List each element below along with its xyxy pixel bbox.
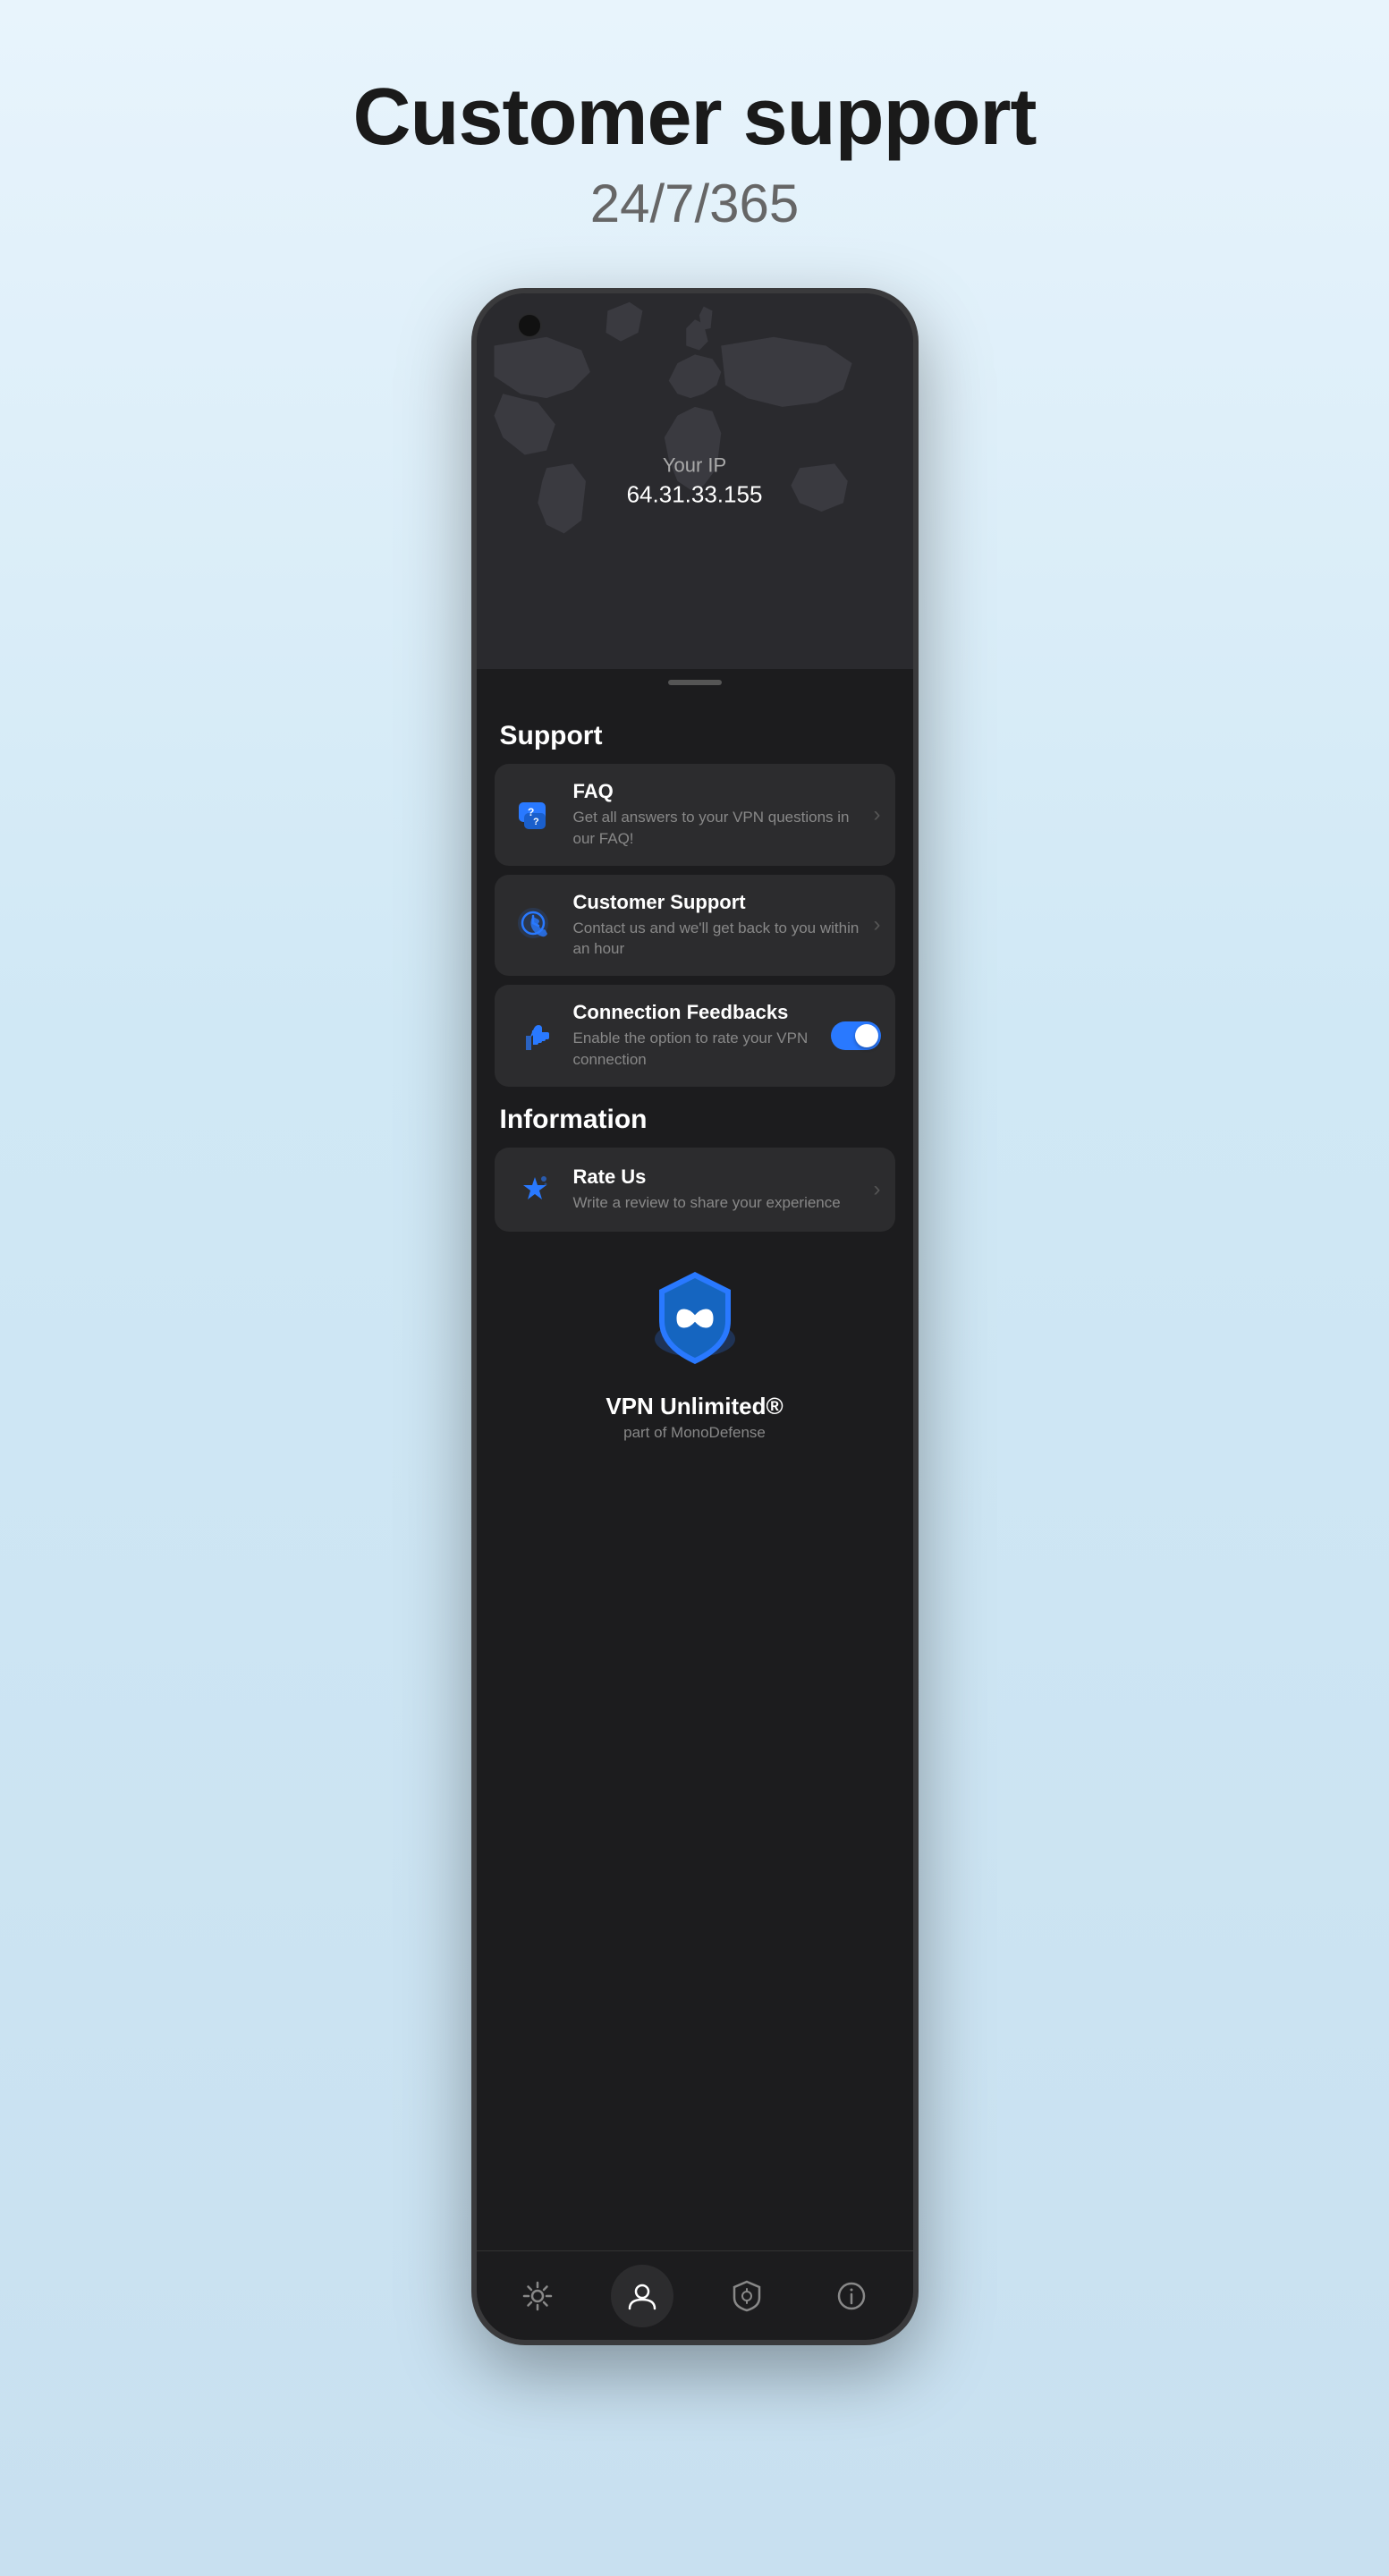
ip-address: 64.31.33.155 <box>627 481 763 509</box>
nav-vpn-button[interactable] <box>716 2265 778 2327</box>
phone-screen: Your IP 64.31.33.155 Support ? ? <box>477 293 913 2340</box>
rate-us-chevron: › <box>874 1177 881 1202</box>
vpn-shield-logo <box>495 1267 895 1375</box>
faq-desc: Get all answers to your VPN questions in… <box>573 807 867 850</box>
your-ip-label: Your IP <box>627 454 763 478</box>
customer-support-menu-text: Customer Support Contact us and we'll ge… <box>573 891 867 961</box>
bottom-nav <box>477 2250 913 2340</box>
rate-us-menu-text: Rate Us Write a review to share your exp… <box>573 1165 867 1214</box>
power-button <box>913 517 919 589</box>
nav-account-button[interactable] <box>611 2265 673 2327</box>
customer-support-chevron: › <box>874 912 881 937</box>
customer-support-desc: Contact us and we'll get back to you wit… <box>573 918 867 961</box>
phone-frame: Your IP 64.31.33.155 Support ? ? <box>471 288 919 2345</box>
customer-support-menu-item[interactable]: Customer Support Contact us and we'll ge… <box>495 875 895 977</box>
connection-feedbacks-toggle[interactable] <box>831 1021 881 1050</box>
faq-icon: ? ? <box>509 789 561 841</box>
ip-overlay: Your IP 64.31.33.155 <box>627 454 763 509</box>
customer-support-title: Customer Support <box>573 891 867 914</box>
connection-feedbacks-icon <box>509 1010 561 1062</box>
vpn-brand-sub: part of MonoDefense <box>495 1424 895 1442</box>
customer-support-icon <box>509 899 561 951</box>
svg-text:?: ? <box>533 817 539 827</box>
nav-settings-button[interactable] <box>506 2265 569 2327</box>
information-section-title: Information <box>500 1105 895 1135</box>
vpn-brand-name: VPN Unlimited® <box>495 1393 895 1420</box>
faq-menu-text: FAQ Get all answers to your VPN question… <box>573 780 867 850</box>
connection-feedbacks-title: Connection Feedbacks <box>573 1001 824 1024</box>
faq-menu-item[interactable]: ? ? FAQ Get all answers to your VPN ques… <box>495 764 895 866</box>
connection-feedbacks-menu-item[interactable]: Connection Feedbacks Enable the option t… <box>495 985 895 1087</box>
connection-feedbacks-desc: Enable the option to rate your VPN conne… <box>573 1028 824 1071</box>
faq-title: FAQ <box>573 780 867 803</box>
rate-us-icon <box>509 1164 561 1216</box>
rate-us-title: Rate Us <box>573 1165 867 1189</box>
faq-chevron: › <box>874 802 881 827</box>
map-area: Your IP 64.31.33.155 <box>477 293 913 669</box>
rate-us-menu-item[interactable]: Rate Us Write a review to share your exp… <box>495 1148 895 1232</box>
camera-hole <box>517 313 542 338</box>
connection-feedbacks-menu-text: Connection Feedbacks Enable the option t… <box>573 1001 824 1071</box>
branding-section: VPN Unlimited® part of MonoDefense <box>495 1241 895 1460</box>
content-area: Support ? ? FAQ Get all answers to your … <box>477 685 913 1549</box>
page-title: Customer support <box>352 72 1036 164</box>
rate-us-desc: Write a review to share your experience <box>573 1192 867 1214</box>
support-section-title: Support <box>500 721 895 751</box>
page-subtitle: 24/7/365 <box>352 173 1036 234</box>
page-header: Customer support 24/7/365 <box>352 0 1036 234</box>
nav-info-button[interactable] <box>820 2265 883 2327</box>
